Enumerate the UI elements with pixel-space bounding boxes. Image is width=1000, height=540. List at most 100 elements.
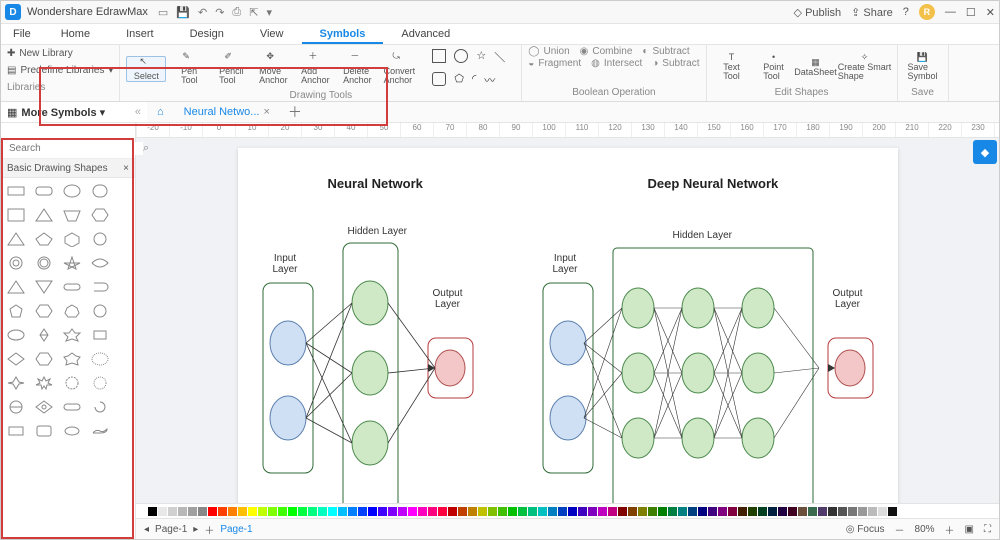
shape-stencil[interactable] xyxy=(5,326,27,344)
color-swatch[interactable] xyxy=(788,507,797,516)
shape-stencil[interactable] xyxy=(61,206,83,224)
shape-stencil[interactable] xyxy=(33,182,55,200)
color-swatch[interactable] xyxy=(328,507,337,516)
close-tab-icon[interactable]: × xyxy=(263,102,269,122)
color-swatch[interactable] xyxy=(348,507,357,516)
color-swatch[interactable] xyxy=(478,507,487,516)
color-swatch[interactable] xyxy=(338,507,347,516)
menu-advanced[interactable]: Advanced xyxy=(383,24,468,44)
export-icon[interactable]: ⇱ xyxy=(249,6,258,19)
shape-stencil[interactable] xyxy=(5,350,27,368)
color-swatch[interactable] xyxy=(318,507,327,516)
search-input[interactable] xyxy=(7,142,143,155)
color-swatch[interactable] xyxy=(578,507,587,516)
shape-stencil[interactable] xyxy=(61,398,83,416)
more-qat-icon[interactable]: ▾ xyxy=(266,6,272,19)
datasheet-button[interactable]: ▦DataSheet xyxy=(797,58,835,77)
drawing-page[interactable]: Neural Network Deep Neural Network Input… xyxy=(238,148,898,503)
move-anchor-tool[interactable]: ✥Move Anchor xyxy=(254,52,292,85)
bool-subtract[interactable]: ◐Subtract xyxy=(642,47,689,57)
color-swatch[interactable] xyxy=(798,507,807,516)
point-tool[interactable]: •Point Tool xyxy=(755,53,793,81)
shape-stencil[interactable] xyxy=(5,374,27,392)
menu-symbols[interactable]: Symbols xyxy=(302,24,384,44)
menu-file[interactable]: File xyxy=(1,24,43,44)
fit-page-button[interactable]: ▣ xyxy=(965,524,974,535)
delete-anchor-tool[interactable]: －Delete Anchor xyxy=(338,52,376,85)
color-swatch[interactable] xyxy=(758,507,767,516)
color-swatch[interactable] xyxy=(808,507,817,516)
shape-stencil[interactable] xyxy=(89,374,111,392)
shape-stencil[interactable] xyxy=(61,350,83,368)
color-swatch[interactable] xyxy=(568,507,577,516)
color-swatch[interactable] xyxy=(828,507,837,516)
color-swatch[interactable] xyxy=(538,507,547,516)
bool-intersect[interactable]: ◍Intersect xyxy=(591,59,642,69)
color-swatch[interactable] xyxy=(598,507,607,516)
select-tool[interactable]: ↖Select xyxy=(126,56,166,82)
color-swatch[interactable] xyxy=(158,507,167,516)
bool-fragment[interactable]: ◒Fragment xyxy=(528,59,581,69)
shape-stencil[interactable] xyxy=(89,350,111,368)
color-swatch[interactable] xyxy=(448,507,457,516)
add-page-button[interactable]: ＋ xyxy=(204,522,214,537)
shape-stencil[interactable] xyxy=(33,206,55,224)
color-swatch[interactable] xyxy=(548,507,557,516)
color-swatch[interactable] xyxy=(398,507,407,516)
preset-arc[interactable]: ◜ xyxy=(472,72,476,88)
color-swatch[interactable] xyxy=(378,507,387,516)
color-swatch[interactable] xyxy=(258,507,267,516)
color-swatch[interactable] xyxy=(638,507,647,516)
predef-libraries-button[interactable]: ▤Predefine Libraries ▾ xyxy=(7,65,113,76)
menu-design[interactable]: Design xyxy=(172,24,242,44)
color-swatch[interactable] xyxy=(668,507,677,516)
color-swatch[interactable] xyxy=(208,507,217,516)
color-swatch[interactable] xyxy=(248,507,257,516)
color-swatch[interactable] xyxy=(748,507,757,516)
color-swatch[interactable] xyxy=(148,507,157,516)
color-swatch[interactable] xyxy=(498,507,507,516)
pen-tool[interactable]: ✎Pen Tool xyxy=(170,52,208,85)
color-swatch[interactable] xyxy=(558,507,567,516)
menu-view[interactable]: View xyxy=(242,24,302,44)
add-anchor-tool[interactable]: ＋Add Anchor xyxy=(296,52,334,85)
color-swatch[interactable] xyxy=(838,507,847,516)
color-swatch[interactable] xyxy=(628,507,637,516)
shape-stencil[interactable] xyxy=(33,278,55,296)
minimize-button[interactable]: — xyxy=(945,6,956,18)
shape-stencil[interactable] xyxy=(33,422,55,440)
color-swatch[interactable] xyxy=(768,507,777,516)
bool-subtract2[interactable]: ◑Subtract xyxy=(652,59,699,69)
color-swatch[interactable] xyxy=(308,507,317,516)
color-swatch[interactable] xyxy=(648,507,657,516)
color-swatch[interactable] xyxy=(888,507,897,516)
focus-toggle[interactable]: ◎ Focus xyxy=(846,524,885,535)
save-symbol-button[interactable]: 💾Save Symbol xyxy=(904,53,942,81)
color-swatch[interactable] xyxy=(178,507,187,516)
color-swatch[interactable] xyxy=(268,507,277,516)
color-swatch[interactable] xyxy=(858,507,867,516)
color-swatch[interactable] xyxy=(138,507,147,516)
preset-ellipse[interactable] xyxy=(454,49,468,63)
shape-stencil[interactable] xyxy=(5,206,27,224)
color-swatch[interactable] xyxy=(708,507,717,516)
shape-stencil[interactable] xyxy=(5,302,27,320)
open-icon[interactable]: ▭ xyxy=(158,6,168,19)
shape-stencil[interactable] xyxy=(5,254,27,272)
text-tool[interactable]: TText Tool xyxy=(713,53,751,81)
shape-stencil[interactable] xyxy=(5,182,27,200)
color-swatch[interactable] xyxy=(688,507,697,516)
next-page-button[interactable]: ▸ xyxy=(193,524,198,535)
shape-stencil[interactable] xyxy=(5,398,27,416)
color-swatch[interactable] xyxy=(358,507,367,516)
color-swatch[interactable] xyxy=(528,507,537,516)
preset-roundrect[interactable] xyxy=(432,72,446,86)
more-symbols-button[interactable]: More Symbols ▾ xyxy=(21,106,105,119)
save-icon[interactable]: 💾 xyxy=(176,6,190,19)
shape-stencil[interactable] xyxy=(89,422,111,440)
color-swatch[interactable] xyxy=(818,507,827,516)
color-swatch[interactable] xyxy=(238,507,247,516)
color-swatch[interactable] xyxy=(508,507,517,516)
color-swatch[interactable] xyxy=(518,507,527,516)
shape-stencil[interactable] xyxy=(89,302,111,320)
